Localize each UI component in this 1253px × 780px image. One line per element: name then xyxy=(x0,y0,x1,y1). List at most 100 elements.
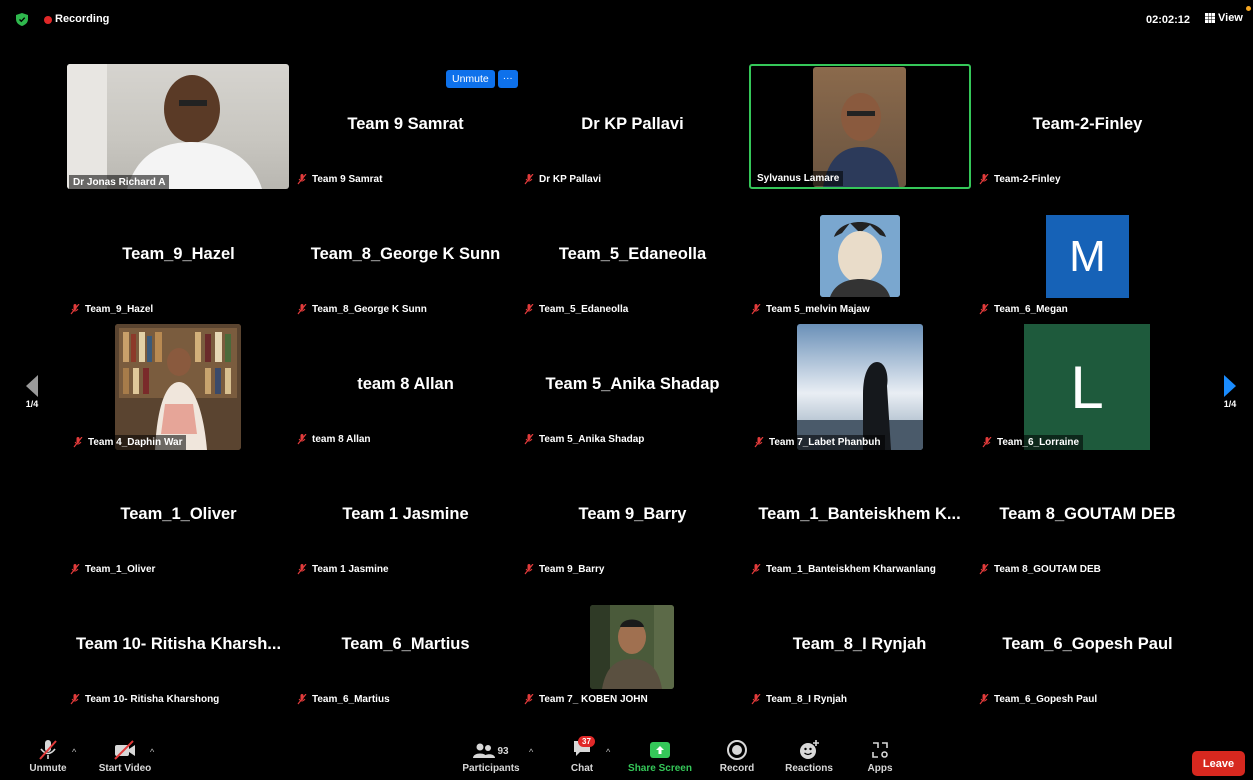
meeting-top-bar: Recording 02:02:12 View xyxy=(0,0,1253,40)
participants-button[interactable]: 93 Participants xyxy=(458,739,524,774)
muted-mic-icon xyxy=(297,174,307,185)
participant-tile[interactable]: L Team_6_Lorraine xyxy=(974,323,1201,453)
participant-name-label: Team_8_I Rynjah xyxy=(751,694,847,705)
participant-tile[interactable]: Team_8_George K Sunn Team_8_George K Sun… xyxy=(292,193,519,323)
view-button[interactable]: View xyxy=(1205,12,1243,24)
participant-tile[interactable]: M Team_6_Megan xyxy=(974,193,1201,323)
chat-label: Chat xyxy=(570,763,594,774)
participant-tile[interactable]: Dr Jonas Richard A xyxy=(65,63,292,193)
participant-display-name: Team 9 Samrat xyxy=(347,115,464,133)
participant-name-label: Team 10- Ritisha Kharshong xyxy=(70,694,219,705)
muted-mic-icon xyxy=(524,174,534,185)
meeting-toolbar: Unmute ^ Start Video ^ 93 Participants ^… xyxy=(0,735,1253,780)
participant-tile[interactable]: team 8 Allan team 8 Allan xyxy=(292,323,519,453)
chevron-left-icon xyxy=(26,375,38,397)
participant-name-label: Team 7_Labet Phanbuh xyxy=(750,435,885,450)
muted-mic-icon xyxy=(70,564,80,575)
participant-video xyxy=(67,64,289,189)
notification-dot xyxy=(1246,6,1251,11)
participant-tile[interactable]: Team_5_Edaneolla Team_5_Edaneolla xyxy=(519,193,746,323)
next-page-button[interactable]: 1/4 xyxy=(1222,375,1238,409)
record-icon xyxy=(727,740,747,760)
participant-tile[interactable]: Team 1 Jasmine Team 1 Jasmine xyxy=(292,453,519,583)
previous-page-button[interactable]: 1/4 xyxy=(24,375,40,409)
participant-tile[interactable]: Team 5_Anika Shadap Team 5_Anika Shadap xyxy=(519,323,746,453)
unmute-label: Unmute xyxy=(29,763,67,774)
participant-display-name: Team_6_Gopesh Paul xyxy=(1002,635,1173,653)
participant-display-name: Team_6_Martius xyxy=(341,635,470,653)
muted-mic-icon xyxy=(70,694,80,705)
participant-tile-active-speaker[interactable]: Sylvanus Lamare xyxy=(749,64,971,189)
participant-avatar-image xyxy=(590,605,674,689)
participant-display-name: team 8 Allan xyxy=(357,375,454,393)
participant-display-name: Team_1_Banteiskhem K... xyxy=(758,505,961,523)
participant-name-label: Team_6_Megan xyxy=(979,304,1068,315)
participants-count: 93 xyxy=(497,745,509,757)
video-camera-off-icon xyxy=(114,740,135,760)
share-screen-icon xyxy=(650,742,670,758)
unmute-button[interactable]: Unmute xyxy=(26,739,70,774)
participant-tile[interactable]: Team 8_GOUTAM DEB Team 8_GOUTAM DEB xyxy=(974,453,1201,583)
muted-mic-icon xyxy=(979,694,989,705)
participant-tile[interactable]: Team-2-Finley Team-2-Finley xyxy=(974,63,1201,193)
participant-tile[interactable]: Team_6_Martius Team_6_Martius xyxy=(292,583,519,713)
record-button[interactable]: Record xyxy=(714,739,760,774)
participant-name-label: Team 8_GOUTAM DEB xyxy=(979,564,1101,575)
participant-display-name: Team_8_I Rynjah xyxy=(792,635,927,653)
participant-name-label: Team_5_Edaneolla xyxy=(524,304,628,315)
shield-icon[interactable] xyxy=(16,13,28,26)
muted-mic-icon xyxy=(297,304,307,315)
view-label: View xyxy=(1218,12,1243,24)
video-options-caret[interactable]: ^ xyxy=(150,747,154,757)
start-video-button[interactable]: Start Video xyxy=(94,739,156,774)
leave-meeting-button[interactable]: Leave xyxy=(1192,751,1245,776)
participant-tile[interactable]: Team 7_ KOBEN JOHN xyxy=(519,583,746,713)
muted-mic-icon xyxy=(524,694,534,705)
participant-name-label: Team 9 Samrat xyxy=(297,174,382,185)
muted-mic-icon xyxy=(297,694,307,705)
start-video-label: Start Video xyxy=(98,763,152,774)
participant-name-label: Team 1 Jasmine xyxy=(297,564,389,575)
unmute-participant-button[interactable]: Unmute xyxy=(446,70,495,88)
audio-options-caret[interactable]: ^ xyxy=(72,747,76,757)
reactions-button[interactable]: Reactions xyxy=(782,739,836,774)
chat-button[interactable]: 37 Chat xyxy=(566,736,598,774)
share-screen-button[interactable]: Share Screen xyxy=(624,739,696,774)
apps-button[interactable]: Apps xyxy=(862,739,898,774)
muted-mic-icon xyxy=(751,694,761,705)
microphone-muted-icon xyxy=(39,740,57,760)
participant-tile[interactable]: Team_6_Gopesh Paul Team_6_Gopesh Paul xyxy=(974,583,1201,713)
participant-display-name: Dr KP Pallavi xyxy=(581,115,684,133)
participant-name-label: Team 9_Barry xyxy=(524,564,604,575)
participant-tile[interactable]: Team 5_melvin Majaw xyxy=(746,193,973,323)
participant-name-label: Team 5_Anika Shadap xyxy=(524,434,644,445)
participant-tile[interactable]: Team_9_Hazel Team_9_Hazel xyxy=(65,193,292,323)
participant-tile[interactable]: Team_1_Oliver Team_1_Oliver xyxy=(65,453,292,583)
participant-name-label: Team_9_Hazel xyxy=(70,304,153,315)
muted-mic-icon xyxy=(70,304,80,315)
muted-mic-icon xyxy=(297,434,307,445)
muted-mic-icon xyxy=(979,304,989,315)
muted-mic-icon xyxy=(297,564,307,575)
participant-tile[interactable]: Team 7_Labet Phanbuh xyxy=(746,323,973,453)
participant-tile[interactable]: Dr KP Pallavi Dr KP Pallavi xyxy=(519,63,746,193)
participant-display-name: Team_8_George K Sunn xyxy=(310,245,501,263)
participant-tile[interactable]: Team_8_I Rynjah Team_8_I Rynjah xyxy=(746,583,973,713)
smiley-plus-icon xyxy=(800,740,819,759)
participant-tile[interactable]: Team 4_Daphin War xyxy=(65,323,292,453)
participant-tile[interactable]: Team 10- Ritisha Kharsh... Team 10- Riti… xyxy=(65,583,292,713)
participant-display-name: Team_9_Hazel xyxy=(122,245,235,263)
muted-mic-icon xyxy=(751,564,761,575)
spotlight-controls: Unmute ··· xyxy=(446,70,518,88)
reactions-label: Reactions xyxy=(785,763,833,774)
muted-mic-icon xyxy=(751,304,761,315)
participant-name-label: Team 4_Daphin War xyxy=(69,435,187,450)
share-screen-label: Share Screen xyxy=(628,763,692,774)
participant-display-name: Team 5_Anika Shadap xyxy=(545,375,720,393)
participants-options-caret[interactable]: ^ xyxy=(529,747,533,757)
more-options-button[interactable]: ··· xyxy=(497,70,518,88)
participant-tile[interactable]: Team 9_Barry Team 9_Barry xyxy=(519,453,746,583)
chat-options-caret[interactable]: ^ xyxy=(606,747,610,757)
apps-icon xyxy=(872,742,888,758)
participant-tile[interactable]: Team_1_Banteiskhem K... Team_1_Banteiskh… xyxy=(746,453,973,583)
